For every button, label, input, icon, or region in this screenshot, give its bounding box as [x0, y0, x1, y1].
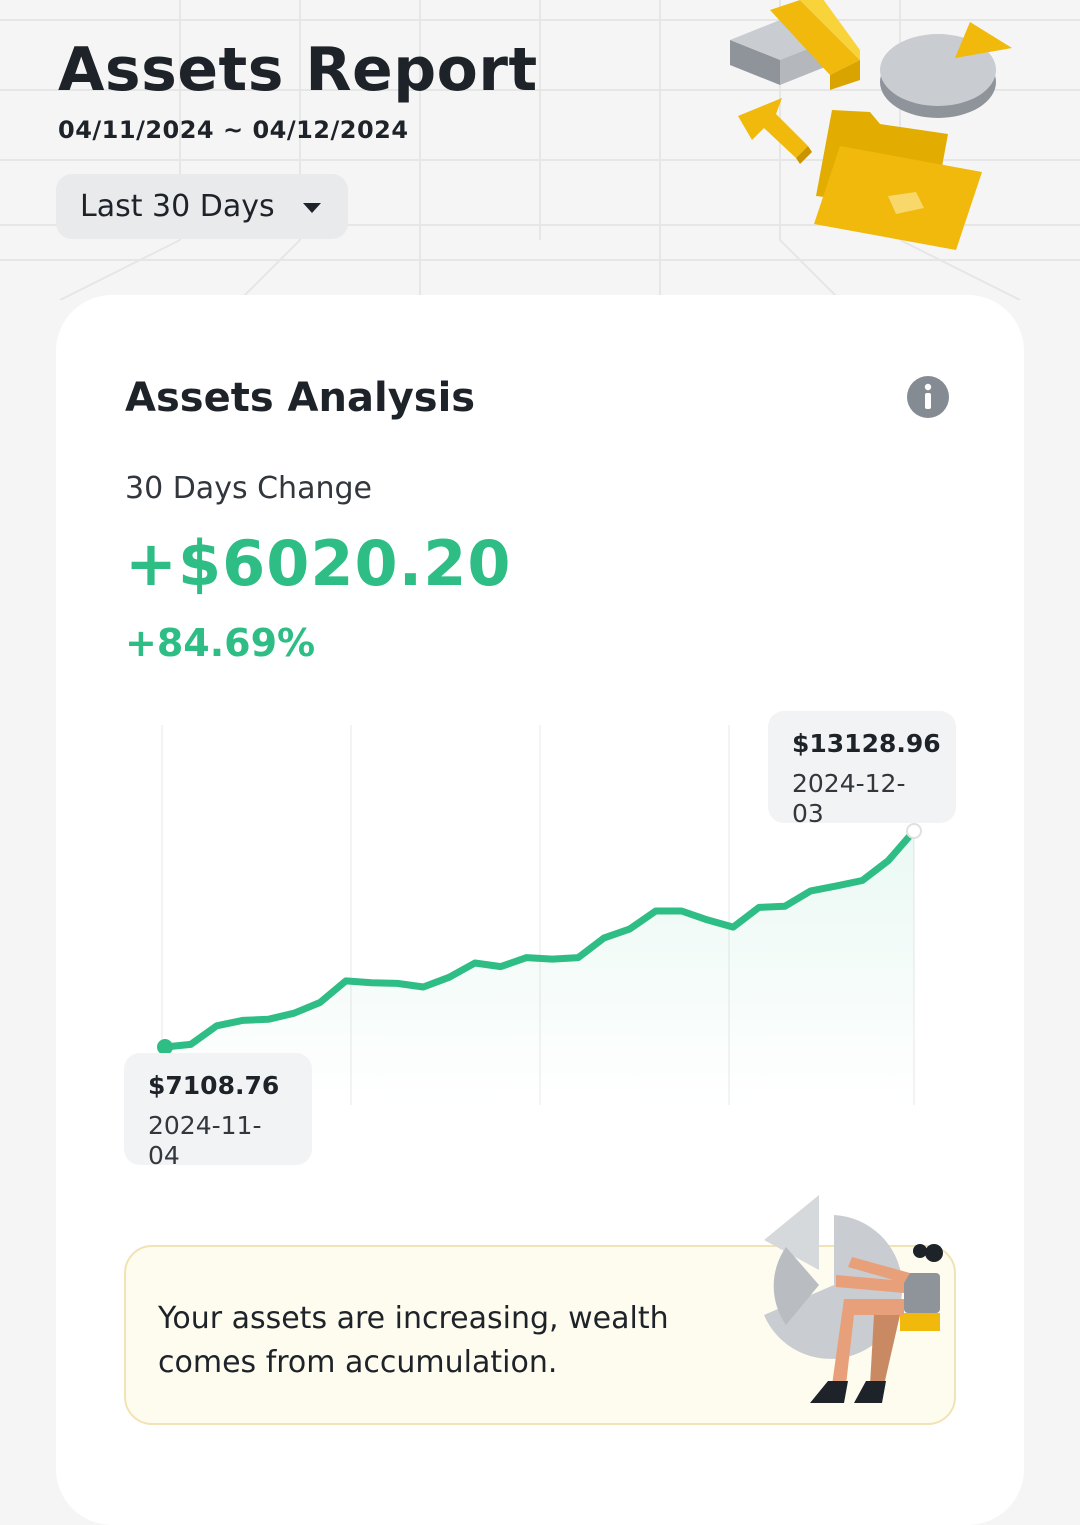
info-icon[interactable]	[906, 375, 950, 419]
period-selected-label: Last 30 Days	[80, 189, 275, 224]
period-dropdown[interactable]: Last 30 Days	[56, 174, 348, 239]
pie-chart-person-illustration	[764, 1195, 943, 1403]
card-title: Assets Analysis	[125, 375, 476, 421]
chart-tooltip-end: $13128.96 2024-12-03	[768, 711, 956, 828]
page-title: Assets Report	[58, 35, 538, 105]
report-header: Assets Report 04/11/2024 ~ 04/12/2024	[58, 30, 538, 144]
change-percent: +84.69%	[125, 621, 316, 665]
change-label: 30 Days Change	[125, 471, 372, 506]
tooltip-end-value: $13128.96	[792, 729, 941, 758]
caret-down-icon	[302, 203, 321, 213]
insight-text: Your assets are increasing, wealth comes…	[158, 1301, 669, 1380]
change-amount: +$6020.20	[125, 527, 512, 600]
chart-point-start	[157, 1039, 173, 1055]
assets-analysis-card: Assets Analysis 30 Days Change +$6020.20…	[56, 295, 1024, 1525]
tooltip-start-date: 2024-11-04	[148, 1111, 262, 1170]
report-illustration	[730, 0, 1012, 250]
chart-series-line	[161, 827, 918, 1051]
tooltip-start-value: $7108.76	[148, 1071, 280, 1100]
chart-tooltip-start: $7108.76 2024-11-04	[124, 1053, 312, 1170]
date-range: 04/11/2024 ~ 04/12/2024	[58, 116, 409, 144]
tooltip-end-date: 2024-12-03	[792, 769, 906, 828]
